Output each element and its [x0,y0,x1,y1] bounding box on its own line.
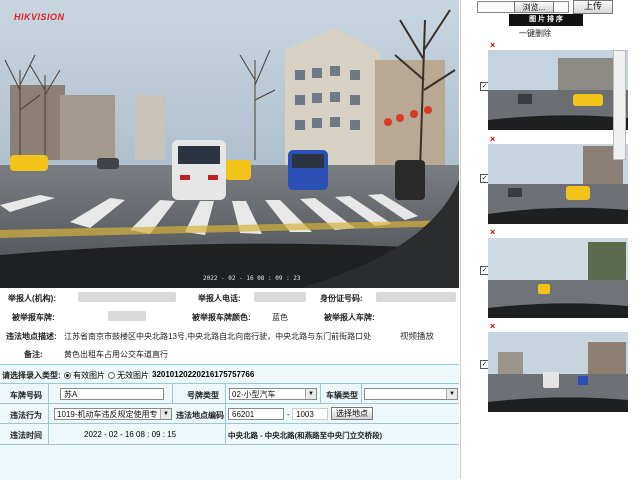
chevron-down-icon: ▼ [446,389,457,399]
invalid-radio[interactable] [108,372,115,379]
thumbnail-image[interactable] [488,332,628,412]
choose-location-button[interactable]: 选择地点 [331,407,373,420]
entry-type-row: 请选择录入类型: 有效图片 无效图片 320101202202161757577… [0,365,459,384]
thumbnail-image[interactable] [488,144,628,224]
file-path-input[interactable]: 浏览... [477,1,569,13]
reporter-redacted [78,292,176,302]
street-scene-image [0,0,459,288]
vehicle-type-select[interactable]: ▼ [364,388,458,400]
location-code-input-2[interactable]: 1003 [292,408,328,420]
location-text: 中央北路 - 中央北路(和燕路至中央门立交桥段) [228,431,383,440]
thumbnail-image[interactable] [488,50,628,130]
remove-image-icon[interactable]: × [490,41,498,50]
video-play-link[interactable]: 视频播放 [400,330,434,342]
remove-image-icon[interactable]: × [490,228,498,237]
location-desc-label: 违法地点描述: [6,332,57,341]
chevron-down-icon: ▼ [160,409,171,419]
remove-image-icon[interactable]: × [490,135,498,144]
main-violation-photo: HIKVISION 2022 - 02 - 16 08 : 09 : 23 [0,0,459,288]
location-code-input-1[interactable]: 66201 [228,408,284,420]
thumbnail-scrollbar[interactable] [613,50,626,160]
browse-button[interactable]: 浏览... [514,1,554,13]
violation-select[interactable]: 1019-机动车违反规定使用专 ▼ [54,408,172,420]
delete-all-link[interactable]: 一键删除 [519,28,551,39]
record-id: 32010120220216175757766 [152,370,255,379]
invalid-image-option[interactable]: 无效图片 [108,370,149,381]
location-code-separator: - [287,410,290,419]
reporter-phone-redacted [254,292,306,302]
reported-plate-redacted [108,311,146,321]
violation-label: 违法行为 [10,411,42,420]
id-number-label: 身份证号码: [320,294,363,303]
hikvision-logo: HIKVISION [14,12,65,22]
id-number-redacted [376,292,456,302]
sort-images-button[interactable]: 图 片 排 序 [509,14,583,26]
time-label: 违法时间 [10,431,42,440]
report-info-panel: 举报人(机构): 举报人电话: 身份证号码: 被举报车牌: 被举报车牌颜色: 蓝… [0,288,459,364]
plate-no-label: 车牌号码 [10,391,42,400]
location-desc-value: 江苏省南京市鼓楼区中央北路13号,中央北路自北向南行驶，中央北路与东门前街路口处 [64,332,372,341]
violation-row: 违法行为 1019-机动车违反规定使用专 ▼ 违法地点编码 66201 - 100… [0,404,459,424]
chevron-down-icon: ▼ [305,389,316,399]
reporter-label: 举报人(机构): [8,294,56,303]
plate-type-label: 号牌类型 [187,391,219,400]
thumbnail-image[interactable] [488,238,628,318]
valid-radio[interactable] [64,372,71,379]
plate-row: 车牌号码 苏A 号牌类型 02-小型汽车 ▼ 车辆类型 ▼ [0,384,459,404]
plate-type-select[interactable]: 02-小型汽车 ▼ [229,388,317,400]
remark-label: 备注: [24,350,43,359]
plate-no-input[interactable]: 苏A [60,388,164,400]
entry-form: 请选择录入类型: 有效图片 无效图片 320101202202161757577… [0,364,459,480]
remark-value: 黄色出租车占用公交车道直行 [64,350,168,359]
reporter-phone-label: 举报人电话: [198,294,241,303]
reported-owner-label: 被举报人车牌: [324,313,375,322]
valid-image-option[interactable]: 有效图片 [64,370,105,381]
location-code-label: 违法地点编码 [176,411,224,420]
reported-plate-label: 被举报车牌: [12,313,55,322]
reported-plate-color-label: 被举报车牌颜色: [192,313,251,322]
entry-type-label: 请选择录入类型: [2,371,61,380]
photo-timestamp: 2022 - 02 - 16 08 : 09 : 23 [203,275,301,282]
time-row: 违法时间 2022 - 02 - 16 08 : 09 : 15 中央北路 - … [0,424,459,445]
remove-image-icon[interactable]: × [490,322,498,331]
reported-plate-color-value: 蓝色 [272,313,288,322]
time-value: 2022 - 02 - 16 08 : 09 : 15 [84,430,177,439]
vehicle-type-label: 车辆类型 [326,391,358,400]
upload-button[interactable]: 上传 [573,0,613,14]
